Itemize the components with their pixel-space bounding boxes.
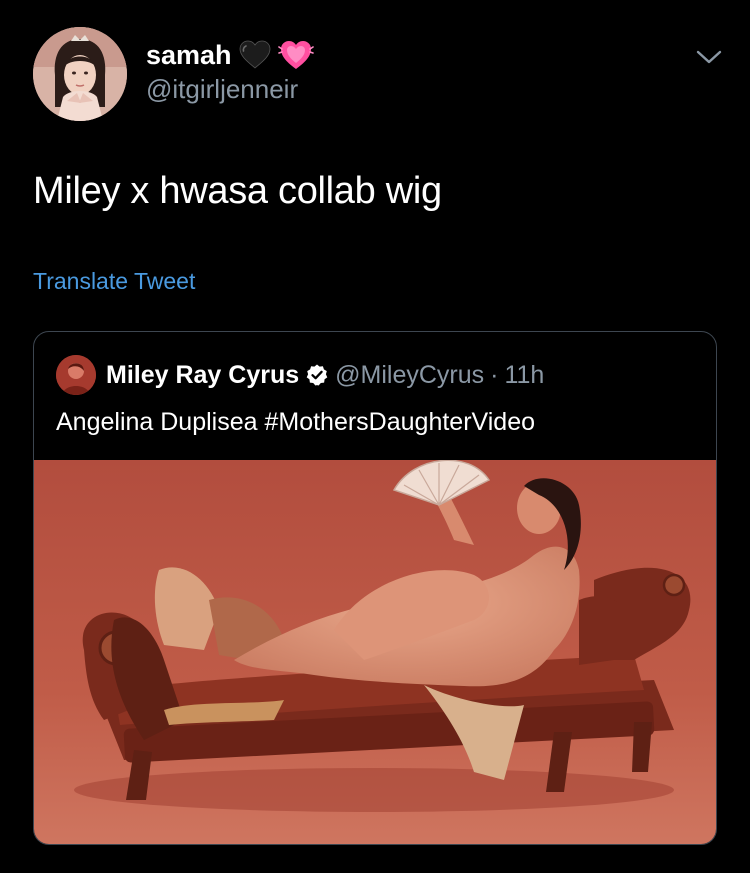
author-display-name[interactable]: samah bbox=[146, 40, 232, 71]
more-options-chevron-icon[interactable] bbox=[694, 45, 724, 69]
black-heart-icon bbox=[238, 40, 272, 70]
quoted-tweet-text: Angelina Duplisea #MothersDaughterVideo bbox=[56, 408, 536, 436]
quoted-tweet-card[interactable]: Miley Ray Cyrus @MileyCyrus · 11h Angeli… bbox=[33, 331, 717, 845]
quoted-author-avatar[interactable] bbox=[56, 355, 96, 395]
beating-pink-heart-icon bbox=[277, 39, 314, 71]
author-avatar[interactable] bbox=[33, 27, 127, 121]
tweet-text: Miley x hwasa collab wig bbox=[33, 170, 442, 212]
quoted-display-name[interactable]: Miley Ray Cyrus bbox=[106, 361, 299, 390]
author-handle[interactable]: @itgirljenneir bbox=[146, 74, 298, 105]
translate-tweet-link[interactable]: Translate Tweet bbox=[33, 268, 195, 295]
author-name-row: samah bbox=[146, 38, 314, 72]
quoted-media-image[interactable] bbox=[34, 460, 716, 844]
quoted-separator: · bbox=[490, 360, 499, 389]
quoted-handle[interactable]: @MileyCyrus bbox=[335, 361, 484, 390]
verified-badge-icon bbox=[305, 363, 329, 387]
quoted-header: Miley Ray Cyrus @MileyCyrus · 11h bbox=[106, 358, 544, 392]
quoted-timestamp[interactable]: 11h bbox=[504, 361, 544, 390]
